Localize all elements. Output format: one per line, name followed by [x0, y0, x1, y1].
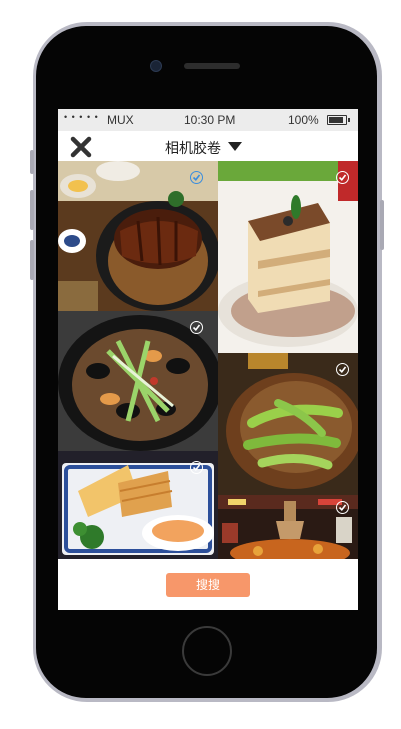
power-button [380, 200, 384, 250]
volume-down-button [30, 240, 34, 280]
volume-up-button [30, 190, 34, 230]
bottom-bar: 搜搜 [58, 559, 358, 610]
signal-dots: • • • • • [64, 112, 99, 122]
battery-percent: 100% [288, 113, 319, 127]
status-time: 10:30 PM [184, 113, 236, 127]
home-button[interactable] [182, 626, 232, 676]
unselected-check-icon[interactable] [190, 461, 203, 474]
bitter-melon-image [218, 353, 358, 495]
tiramisu-image [218, 161, 358, 353]
close-icon[interactable] [70, 136, 92, 158]
photo-tile-hotpot[interactable] [218, 495, 358, 559]
mute-switch [30, 150, 34, 174]
unselected-check-icon[interactable] [336, 363, 349, 376]
caret-down-icon[interactable] [228, 142, 242, 151]
status-bar: • • • • • MUX 10:30 PM 100% [58, 109, 358, 131]
earpiece-speaker [184, 63, 240, 69]
phone-screen: • • • • • MUX 10:30 PM 100% 相机胶卷 搜搜 [58, 109, 358, 610]
unselected-check-icon[interactable] [336, 171, 349, 184]
unselected-check-icon[interactable] [336, 501, 349, 514]
photo-tile-bread[interactable] [58, 451, 218, 559]
unselected-check-icon[interactable] [190, 321, 203, 334]
search-button[interactable]: 搜搜 [166, 573, 250, 597]
carrier-label: MUX [107, 113, 134, 127]
photo-tile-unagi-rice[interactable] [58, 161, 218, 311]
album-title[interactable]: 相机胶卷 [165, 138, 221, 158]
nav-bar: 相机胶卷 [58, 131, 358, 161]
photo-tile-bitter-melon[interactable] [218, 353, 358, 495]
battery-icon [327, 115, 350, 125]
photo-tile-tiramisu[interactable] [218, 161, 358, 353]
selected-check-icon[interactable] [190, 171, 203, 184]
front-camera [150, 60, 162, 72]
photo-tile-mussels[interactable] [58, 311, 218, 451]
